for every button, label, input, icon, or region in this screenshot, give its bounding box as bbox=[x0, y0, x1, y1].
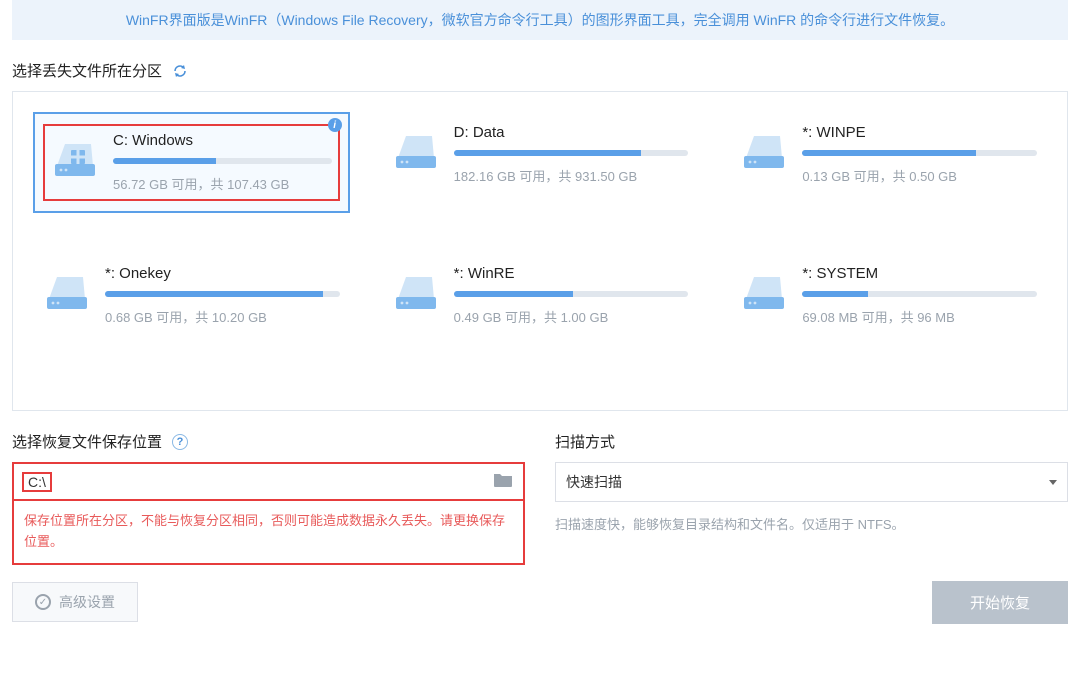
gear-icon: ✓ bbox=[35, 594, 51, 610]
save-path-field[interactable]: C:\ bbox=[12, 462, 525, 501]
disk-icon bbox=[43, 265, 91, 313]
disk-icon bbox=[740, 124, 788, 172]
partition-stats: 182.16 GB 可用，共 931.50 GB bbox=[454, 166, 689, 185]
advanced-settings-button[interactable]: ✓ 高级设置 bbox=[12, 582, 138, 622]
usage-bar bbox=[454, 150, 689, 156]
partition-card[interactable]: D: Data 182.16 GB 可用，共 931.50 GB bbox=[382, 112, 699, 213]
save-path-input[interactable] bbox=[58, 474, 485, 490]
partition-name: C: Windows bbox=[113, 132, 332, 149]
save-section-title: 选择恢复文件保存位置 ? bbox=[12, 431, 525, 452]
save-path-error: 保存位置所在分区，不能与恢复分区相同，否则可能造成数据永久丢失。请更换保存位置。 bbox=[12, 501, 525, 565]
usage-bar bbox=[105, 291, 340, 297]
folder-icon[interactable] bbox=[493, 472, 513, 491]
scan-title-text: 扫描方式 bbox=[555, 431, 615, 452]
scan-mode-value: 快速扫描 bbox=[566, 472, 622, 492]
partition-stats: 56.72 GB 可用，共 107.43 GB bbox=[113, 174, 332, 193]
advanced-label: 高级设置 bbox=[59, 592, 115, 612]
usage-bar bbox=[802, 150, 1037, 156]
partition-card[interactable]: *: WinRE 0.49 GB 可用，共 1.00 GB bbox=[382, 253, 699, 338]
scan-mode-select[interactable]: 快速扫描 bbox=[555, 462, 1068, 502]
partition-stats: 0.49 GB 可用，共 1.00 GB bbox=[454, 307, 689, 326]
disk-icon bbox=[51, 132, 99, 180]
partition-section-title: 选择丢失文件所在分区 bbox=[12, 60, 1068, 81]
partition-card[interactable]: *: Onekey 0.68 GB 可用，共 10.20 GB bbox=[33, 253, 350, 338]
partition-name: *: WinRE bbox=[454, 265, 689, 282]
chevron-down-icon bbox=[1049, 480, 1057, 485]
help-icon[interactable]: ? bbox=[172, 434, 188, 450]
partition-card[interactable]: *: WINPE 0.13 GB 可用，共 0.50 GB bbox=[730, 112, 1047, 213]
partition-title-text: 选择丢失文件所在分区 bbox=[12, 60, 162, 81]
partition-stats: 69.08 MB 可用，共 96 MB bbox=[802, 307, 1037, 326]
usage-bar bbox=[802, 291, 1037, 297]
info-banner: WinFR界面版是WinFR（Windows File Recovery，微软官… bbox=[12, 0, 1068, 40]
scan-section-title: 扫描方式 bbox=[555, 431, 1068, 452]
partition-name: *: SYSTEM bbox=[802, 265, 1037, 282]
partition-card[interactable]: *: SYSTEM 69.08 MB 可用，共 96 MB bbox=[730, 253, 1047, 338]
partition-stats: 0.13 GB 可用，共 0.50 GB bbox=[802, 166, 1037, 185]
partitions-panel: C: Windows 56.72 GB 可用，共 107.43 GB i D: Dat… bbox=[12, 91, 1068, 411]
usage-bar bbox=[454, 291, 689, 297]
save-path-value: C:\ bbox=[22, 472, 52, 492]
partition-stats: 0.68 GB 可用，共 10.20 GB bbox=[105, 307, 340, 326]
disk-icon bbox=[740, 265, 788, 313]
disk-icon bbox=[392, 124, 440, 172]
refresh-icon[interactable] bbox=[172, 63, 188, 79]
disk-icon bbox=[392, 265, 440, 313]
usage-bar bbox=[113, 158, 332, 164]
partition-name: D: Data bbox=[454, 124, 689, 141]
info-badge-icon[interactable]: i bbox=[328, 118, 342, 132]
partition-card[interactable]: C: Windows 56.72 GB 可用，共 107.43 GB i bbox=[33, 112, 350, 213]
partition-name: *: WINPE bbox=[802, 124, 1037, 141]
scan-mode-desc: 扫描速度快，能够恢复目录结构和文件名。仅适用于 NTFS。 bbox=[555, 514, 1068, 533]
save-title-text: 选择恢复文件保存位置 bbox=[12, 431, 162, 452]
start-recovery-button[interactable]: 开始恢复 bbox=[932, 581, 1068, 624]
partition-name: *: Onekey bbox=[105, 265, 340, 282]
